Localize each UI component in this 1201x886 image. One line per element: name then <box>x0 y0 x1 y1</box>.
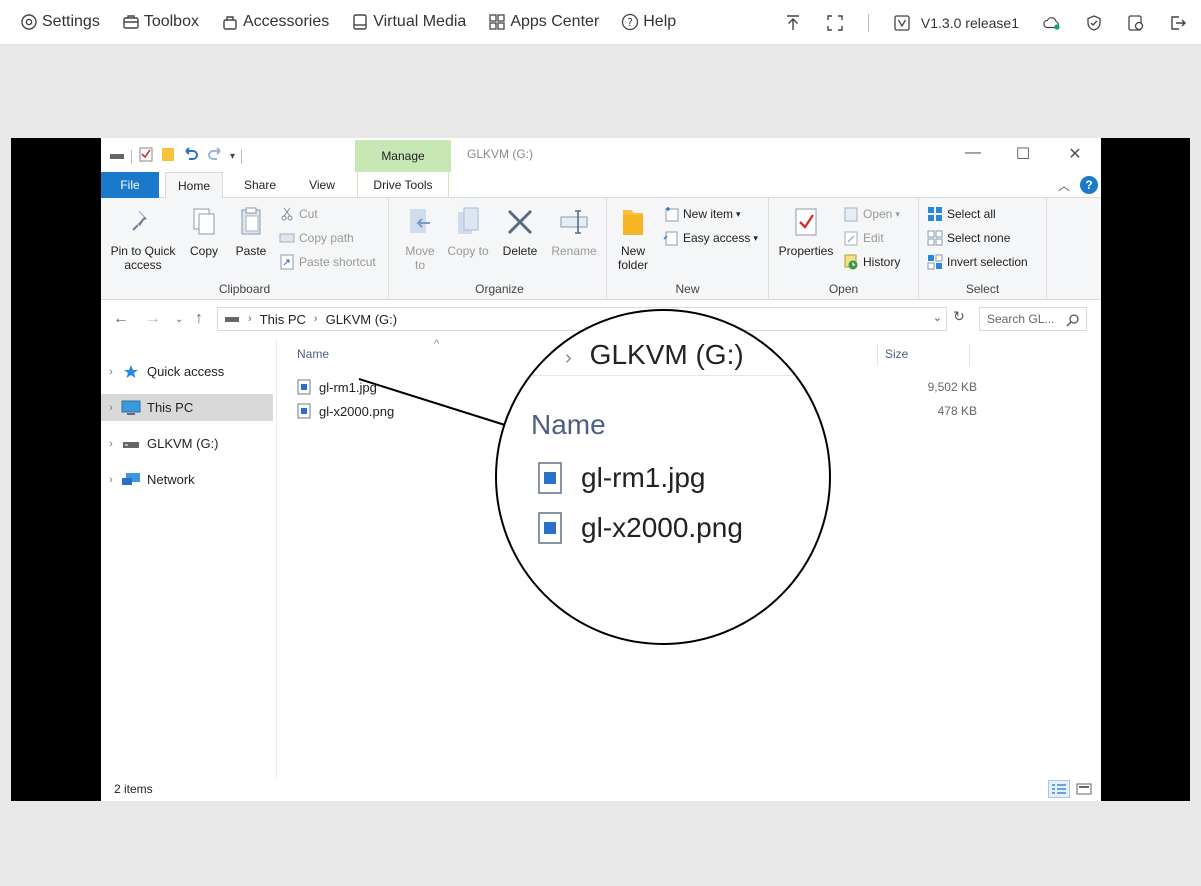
magnified-divider <box>531 375 829 376</box>
magnified-file-row: gl-rm1.jpg <box>537 461 705 495</box>
details-view-icon[interactable] <box>1048 780 1070 798</box>
magnified-file-name: gl-rm1.jpg <box>581 462 706 493</box>
apps-center-menu[interactable]: Apps Center <box>488 13 599 31</box>
zoom-magnifier-callout: › GLKVM (G:) Name gl-rm1.jpg gl-x2000.png <box>495 309 831 645</box>
help-label: Help <box>643 13 677 30</box>
apps-grid-icon <box>488 13 506 31</box>
magnified-image-file-icon <box>538 462 562 494</box>
help-icon: ? <box>621 13 639 31</box>
settings-menu[interactable]: Settings <box>20 13 100 31</box>
security-shield-icon[interactable] <box>1085 14 1103 32</box>
magnified-image-file-icon <box>538 512 562 544</box>
status-bar: 2 items <box>101 778 1101 801</box>
settings-icon <box>20 13 38 31</box>
magnified-file-row: gl-x2000.png <box>537 511 743 545</box>
main-menu: Settings Toolbox Accessories Virtual Med… <box>0 13 698 31</box>
toolbox-menu[interactable]: Toolbox <box>122 13 199 31</box>
remote-screen[interactable]: ▾ Manage GLKVM (G:) — ☐ ✕ File Home Shar… <box>11 138 1190 801</box>
help-menu[interactable]: ? Help <box>621 13 676 31</box>
virtual-media-label: Virtual Media <box>373 13 467 30</box>
toolbox-icon <box>122 13 140 31</box>
magnified-drive-label: GLKVM (G:) <box>589 339 744 370</box>
file-explorer-window[interactable]: ▾ Manage GLKVM (G:) — ☐ ✕ File Home Shar… <box>101 138 1101 801</box>
magnified-breadcrumb: › GLKVM (G:) <box>565 339 744 371</box>
virtual-media-menu[interactable]: Virtual Media <box>351 13 466 31</box>
upload-icon[interactable] <box>784 14 802 32</box>
item-count: 2 items <box>114 782 153 796</box>
toolbox-label: Toolbox <box>143 13 199 30</box>
device-switch-icon[interactable] <box>1127 14 1145 32</box>
accessories-icon <box>221 13 239 31</box>
accessories-label: Accessories <box>242 13 330 30</box>
settings-label: Settings <box>42 13 100 30</box>
toolbar-divider <box>867 13 869 32</box>
kvm-top-bar: Settings Toolbox Accessories Virtual Med… <box>0 0 1201 45</box>
virtual-media-icon <box>351 13 369 31</box>
firmware-version: V1.3.0 release1 <box>920 14 1019 31</box>
fullscreen-icon[interactable] <box>826 14 844 32</box>
magnified-name-header: Name <box>531 409 606 440</box>
large-icons-view-icon[interactable] <box>1073 780 1095 798</box>
logout-icon[interactable] <box>1169 14 1187 32</box>
accessories-menu[interactable]: Accessories <box>221 13 329 31</box>
apps-center-label: Apps Center <box>510 13 600 30</box>
version-check-icon[interactable] <box>893 14 911 32</box>
svg-text:?: ? <box>627 16 633 29</box>
magnified-chevron-icon: › <box>565 347 572 369</box>
cloud-status-icon[interactable] <box>1043 14 1061 32</box>
magnified-file-name: gl-x2000.png <box>581 512 743 543</box>
right-toolbar: V1.3.0 release1 <box>760 0 1187 45</box>
